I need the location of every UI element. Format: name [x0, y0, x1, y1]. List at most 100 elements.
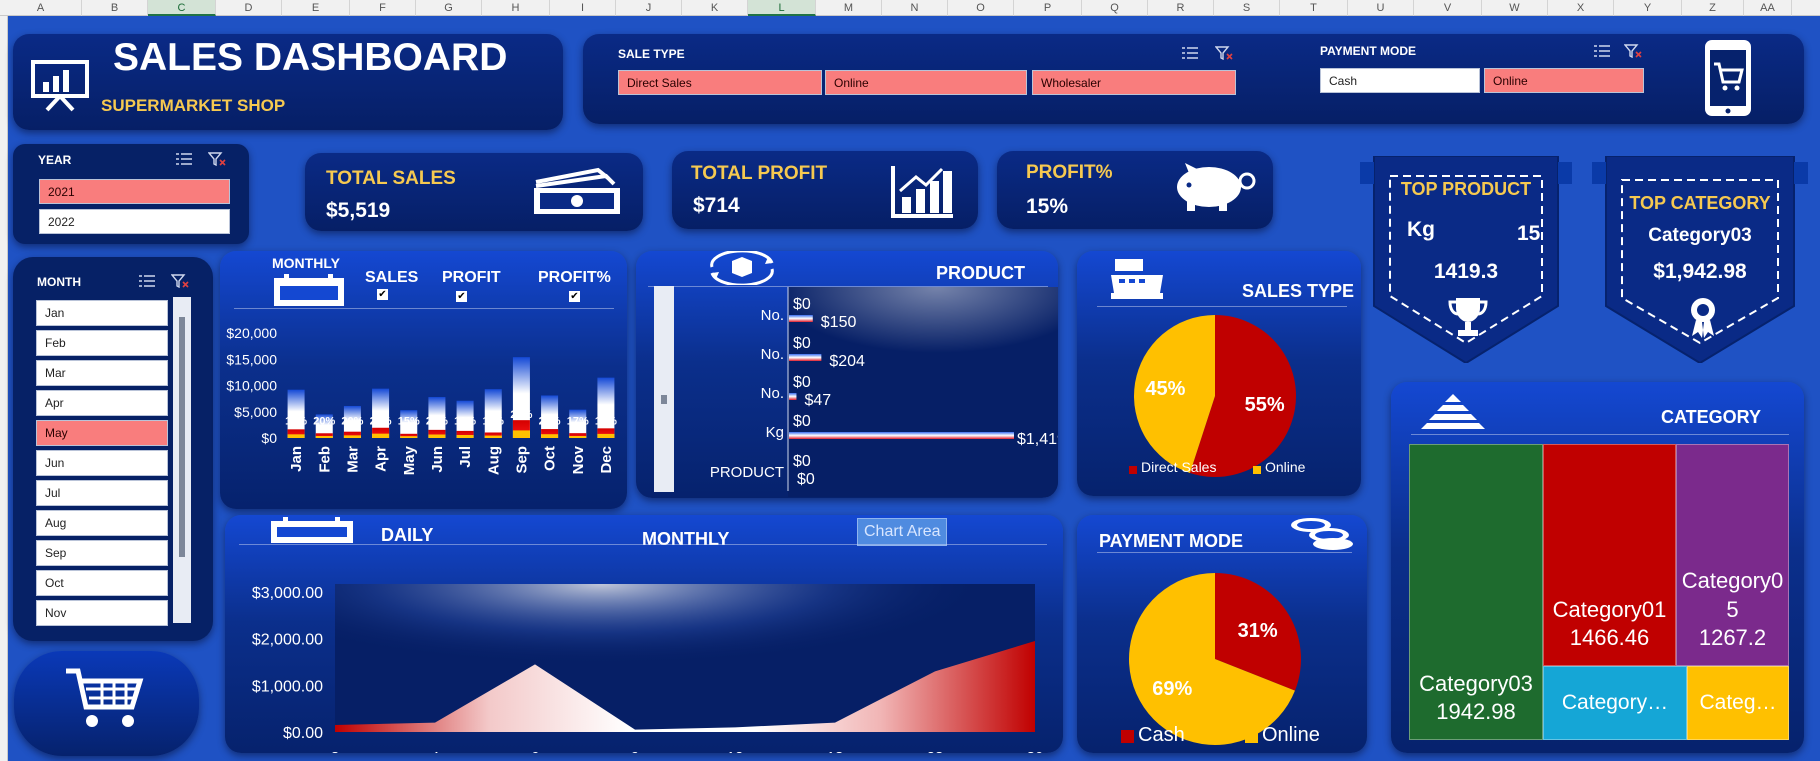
column-header[interactable]: Y	[1614, 0, 1682, 16]
clear-filter-icon[interactable]	[1624, 44, 1642, 58]
clear-filter-icon[interactable]	[171, 274, 189, 288]
column-header[interactable]: H	[482, 0, 550, 16]
treemap-tile[interactable]: Category01 1466.46	[1543, 444, 1676, 666]
category-label: No.	[761, 385, 784, 402]
profit-bar	[400, 433, 418, 438]
month-option[interactable]: Jul	[36, 480, 168, 506]
column-header[interactable]: A	[0, 0, 82, 16]
month-option[interactable]: Mar	[36, 360, 168, 386]
column-header[interactable]: M	[816, 0, 882, 16]
category-treemap[interactable]: Category03 1942.98 Category01 1466.46 Catego…	[1409, 444, 1789, 740]
column-header[interactable]: C	[148, 0, 216, 16]
kpi-value: 15%	[1026, 195, 1069, 218]
column-header[interactable]: D	[216, 0, 282, 16]
x-tick-label: 23	[927, 749, 944, 753]
year-option[interactable]: 2021	[39, 179, 230, 204]
column-header[interactable]: R	[1148, 0, 1214, 16]
treemap-tile[interactable]: Category03 1942.98	[1409, 444, 1543, 740]
profit-pct-label: 20%	[426, 415, 448, 427]
month-scrollbar-thumb[interactable]	[179, 317, 185, 557]
month-option[interactable]: Nov	[36, 600, 168, 626]
month-option[interactable]: Sep	[36, 540, 168, 566]
multi-select-icon[interactable]	[1181, 46, 1199, 60]
bar-value-label: $0	[793, 296, 811, 313]
cart-button[interactable]	[14, 651, 199, 756]
product-scrollbar-thumb[interactable]	[661, 395, 667, 404]
sale-type-slicer-title: SALE TYPE	[618, 47, 685, 61]
clear-filter-icon[interactable]	[208, 152, 226, 166]
filters-bar: SALE TYPE Direct Sales Online Wholesaler…	[583, 34, 1804, 124]
monthly-chart[interactable]: $0 $5,000 $10,000 $15,000 $20,000 18% Jan 20% Fe…	[220, 311, 627, 507]
toggle-sales-checkbox[interactable]: ✔	[377, 289, 388, 300]
sale-type-option[interactable]: Online	[825, 70, 1027, 95]
column-header[interactable]: O	[948, 0, 1014, 16]
divider	[1411, 434, 1789, 435]
sales-type-pie-chart[interactable]: 55% 45% Direct Sales Online	[1077, 309, 1361, 495]
payment-option[interactable]: Online	[1484, 68, 1644, 93]
tile-value: 1466.46	[1569, 625, 1650, 651]
column-header[interactable]: Q	[1082, 0, 1148, 16]
toggle-profit-pct-checkbox[interactable]: ✔	[569, 291, 580, 302]
column-header[interactable]: P	[1014, 0, 1082, 16]
year-option[interactable]: 2022	[39, 209, 230, 234]
payment-slicer-title: PAYMENT MODE	[1320, 44, 1417, 58]
toggle-profit-checkbox[interactable]: ✔	[456, 291, 467, 302]
page-subtitle: SUPERMARKET SHOP	[101, 96, 286, 115]
column-header[interactable]: J	[616, 0, 682, 16]
multi-select-icon[interactable]	[175, 152, 193, 166]
sales-bar	[484, 389, 502, 438]
column-header[interactable]: X	[1548, 0, 1614, 16]
column-header[interactable]: AA	[1744, 0, 1792, 16]
column-header[interactable]: E	[282, 0, 350, 16]
sale-type-option[interactable]: Direct Sales	[618, 70, 822, 95]
column-header[interactable]: V	[1414, 0, 1482, 16]
tile-value: 1942.98	[1436, 699, 1516, 725]
column-header[interactable]: F	[350, 0, 416, 16]
month-option[interactable]: Aug	[36, 510, 168, 536]
treemap-tile[interactable]: Category…	[1543, 666, 1687, 740]
column-header[interactable]: I	[550, 0, 616, 16]
medal-icon	[1691, 298, 1715, 338]
month-option[interactable]: May	[36, 420, 168, 446]
column-header[interactable]: Z	[1682, 0, 1744, 16]
toggle-profit-label: PROFIT	[442, 269, 501, 286]
clear-filter-icon[interactable]	[1215, 46, 1233, 60]
column-header[interactable]: W	[1482, 0, 1548, 16]
profit-bar	[569, 433, 587, 438]
treemap-tile[interactable]: Category05 1267.2	[1676, 444, 1789, 666]
multi-select-icon[interactable]	[138, 274, 156, 288]
month-option[interactable]: Apr	[36, 390, 168, 416]
column-header[interactable]: S	[1214, 0, 1280, 16]
y-tick-label: $0.00	[283, 725, 323, 742]
column-header[interactable]: K	[682, 0, 748, 16]
column-header[interactable]: N	[882, 0, 948, 16]
month-option[interactable]: Jun	[36, 450, 168, 476]
sale-type-option[interactable]: Wholesaler	[1032, 70, 1236, 95]
column-header[interactable]: B	[82, 0, 148, 16]
month-option[interactable]: Feb	[36, 330, 168, 356]
column-header[interactable]: U	[1348, 0, 1414, 16]
x-tick-label: Jan	[288, 446, 305, 472]
divider	[1097, 306, 1347, 307]
multi-select-icon[interactable]	[1593, 44, 1611, 58]
bar-value-label: $0	[793, 413, 811, 430]
kpi-profit-pct: PROFIT% 15%	[997, 151, 1273, 229]
payment-pie-chart[interactable]: 31% 69% Cash Online	[1077, 553, 1367, 753]
month-option[interactable]: Jan	[36, 300, 168, 326]
tile-value: 1267.2	[1698, 625, 1767, 651]
product-scrollbar[interactable]	[654, 286, 674, 492]
x-tick-label: Dec	[598, 446, 615, 474]
column-header[interactable]: G	[416, 0, 482, 16]
slice-data-label: 31%	[1238, 620, 1278, 642]
product-chart[interactable]: No.$0$150No.$0$204No.$0$47Kg$0$1,419PROD…	[674, 287, 1058, 497]
treemap-tile[interactable]: Categ…	[1687, 666, 1789, 740]
toggle-profit-pct-label: PROFIT%	[538, 269, 611, 286]
daily-area-chart[interactable]: $0.00 $1,000.00 $2,000.00 $3,000.00 3 4 6 9 12 13…	[225, 545, 1063, 753]
legend-label: Cash	[1138, 724, 1185, 746]
payment-option[interactable]: Cash	[1320, 68, 1480, 93]
column-header[interactable]: T	[1280, 0, 1348, 16]
column-header[interactable]: L	[748, 0, 816, 16]
month-option[interactable]: Oct	[36, 570, 168, 596]
kpi-label: TOTAL PROFIT	[691, 163, 828, 184]
x-tick-label: Jun	[429, 446, 446, 473]
